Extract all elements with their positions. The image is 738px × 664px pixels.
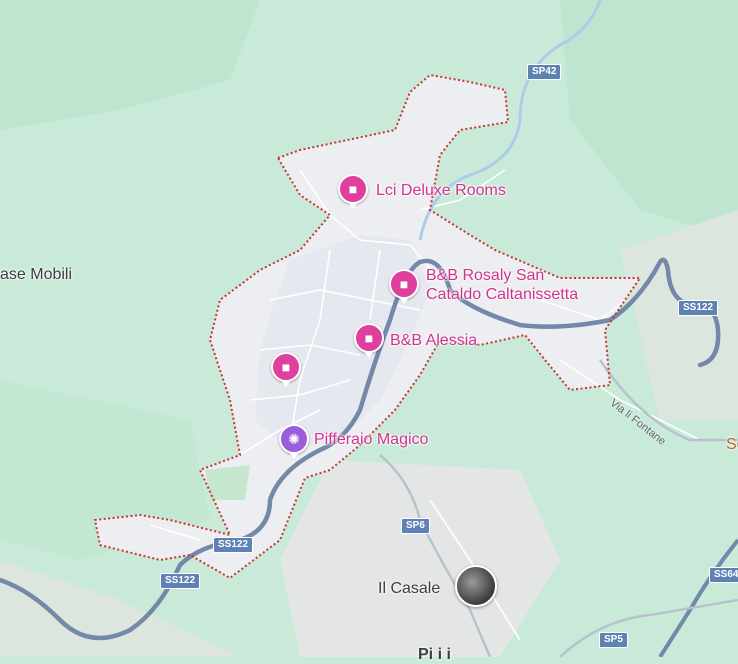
poi-pifferaio-magico-amusement-park-icon[interactable]: ✺ xyxy=(279,424,309,459)
place-label-mobili[interactable]: ase Mobili xyxy=(0,266,72,284)
suburb-area-south xyxy=(280,460,560,657)
place-label-bottom[interactable]: Pi i i xyxy=(418,646,451,664)
il-casale-photo-thumbnail[interactable] xyxy=(455,565,497,607)
place-label-edge-right[interactable]: Se xyxy=(726,436,738,454)
poi-bb-alessia-label[interactable]: B&B Alessia xyxy=(390,331,477,350)
road-shield-ss122-east: SS122 xyxy=(678,300,719,316)
poi-lci-deluxe-rooms-bed-icon[interactable]: ■ xyxy=(338,174,368,209)
road-shield-ss122-west: SS122 xyxy=(160,573,201,589)
poi-unnamed-bed-icon[interactable]: ■ xyxy=(271,352,301,387)
road-shield-sp6: SP6 xyxy=(401,518,430,534)
road-shield-sp42: SP42 xyxy=(527,64,562,80)
road-shield-sp5: SP5 xyxy=(599,632,628,648)
road-shield-ss64: SS64 xyxy=(709,567,738,583)
poi-bb-rosaly-bed-icon[interactable]: ■ xyxy=(389,269,419,304)
road-shield-ss122-mid: SS122 xyxy=(213,537,254,553)
poi-pifferaio-magico-label[interactable]: Pifferaio Magico xyxy=(314,430,428,449)
poi-lci-deluxe-rooms-label[interactable]: Lci Deluxe Rooms xyxy=(376,181,506,200)
poi-bb-rosaly-label[interactable]: B&B Rosaly San Cataldo Caltanissetta xyxy=(426,266,578,304)
park-area xyxy=(205,465,250,500)
place-label-il-casale[interactable]: Il Casale xyxy=(378,580,440,598)
poi-bb-alessia-bed-icon[interactable]: ■ xyxy=(354,323,384,358)
